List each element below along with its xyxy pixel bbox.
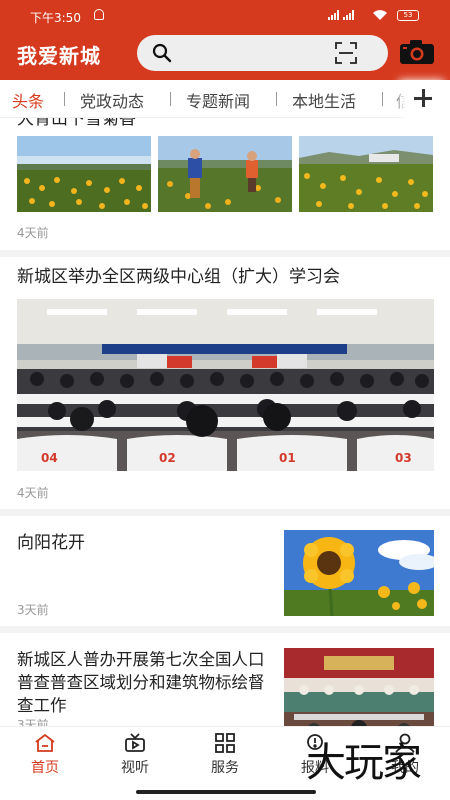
category-tabs: 头条 党政动态 专题新闻 本地生活 信 [0, 80, 450, 118]
nav-home-label: 首页 [31, 760, 59, 776]
news-title: 新城区举办全区两级中心组（扩大）学习会 [17, 267, 340, 287]
video-icon [125, 733, 145, 752]
home-icon [35, 733, 55, 752]
news-thumbnail [299, 136, 433, 212]
nav-services[interactable]: 服务 [190, 733, 260, 777]
tab-headlines[interactable]: 头条 [12, 88, 44, 112]
news-time: 4天前 [17, 486, 49, 500]
watermark: 大玩家 [306, 740, 422, 786]
home-indicator [136, 790, 316, 794]
nav-services-label: 服务 [211, 760, 239, 776]
scan-icon[interactable] [334, 41, 358, 69]
tab-separator [64, 92, 65, 106]
news-image: 04 02 01 03 [17, 299, 434, 471]
search-icon [152, 43, 172, 67]
news-thumbnail [284, 530, 434, 616]
news-title: 新城区人普办开展第七次全国人口普查普查区域划分和建筑物标绘督查工作 [17, 650, 265, 715]
divider [0, 626, 450, 633]
tab-local-life[interactable]: 本地生活 [292, 88, 356, 112]
tab-party-news[interactable]: 党政动态 [80, 88, 144, 112]
app-header: 下午3:50 53 我爱新城 [0, 0, 450, 80]
seat-number-label: 04 [41, 451, 58, 465]
plus-icon-vertical [422, 89, 425, 107]
news-feed[interactable]: 大青山下雪菊香 4天前 新城区举办全区两级中心组（扩大）学习会 04 02 01… [0, 118, 450, 726]
tab-special-news[interactable]: 专题新闻 [186, 88, 250, 112]
search-bar[interactable] [137, 35, 388, 71]
seat-number-label: 02 [159, 451, 176, 465]
news-time: 3天前 [17, 603, 49, 617]
news-time: 4天前 [17, 226, 49, 240]
battery-indicator: 53 [397, 10, 419, 21]
seat-number-label: 03 [395, 451, 412, 465]
signal-icon [328, 10, 354, 20]
wifi-icon [372, 9, 388, 24]
news-title: 大青山下雪菊香 [17, 118, 136, 129]
news-time: 3天前 [17, 718, 49, 726]
status-bar: 下午3:50 53 [0, 0, 450, 34]
tab-separator [382, 92, 383, 106]
notification-icon [94, 9, 104, 20]
tab-separator [276, 92, 277, 106]
camera-icon[interactable] [399, 39, 435, 69]
news-thumbnail [158, 136, 292, 212]
seat-number-label: 01 [279, 451, 296, 465]
news-title: 向阳花开 [17, 533, 85, 553]
grid-icon [215, 733, 235, 753]
divider [0, 250, 450, 257]
nav-home[interactable]: 首页 [10, 733, 80, 777]
tab-separator [170, 92, 171, 106]
news-thumbnail [284, 648, 434, 726]
nav-media[interactable]: 视听 [100, 733, 170, 777]
status-time: 下午3:50 [30, 11, 81, 25]
nav-media-label: 视听 [121, 760, 149, 776]
app-brand-logo: 我爱新城 [17, 44, 101, 68]
news-thumbnail [17, 136, 151, 212]
add-channel-button[interactable] [405, 80, 450, 118]
divider [0, 509, 450, 516]
